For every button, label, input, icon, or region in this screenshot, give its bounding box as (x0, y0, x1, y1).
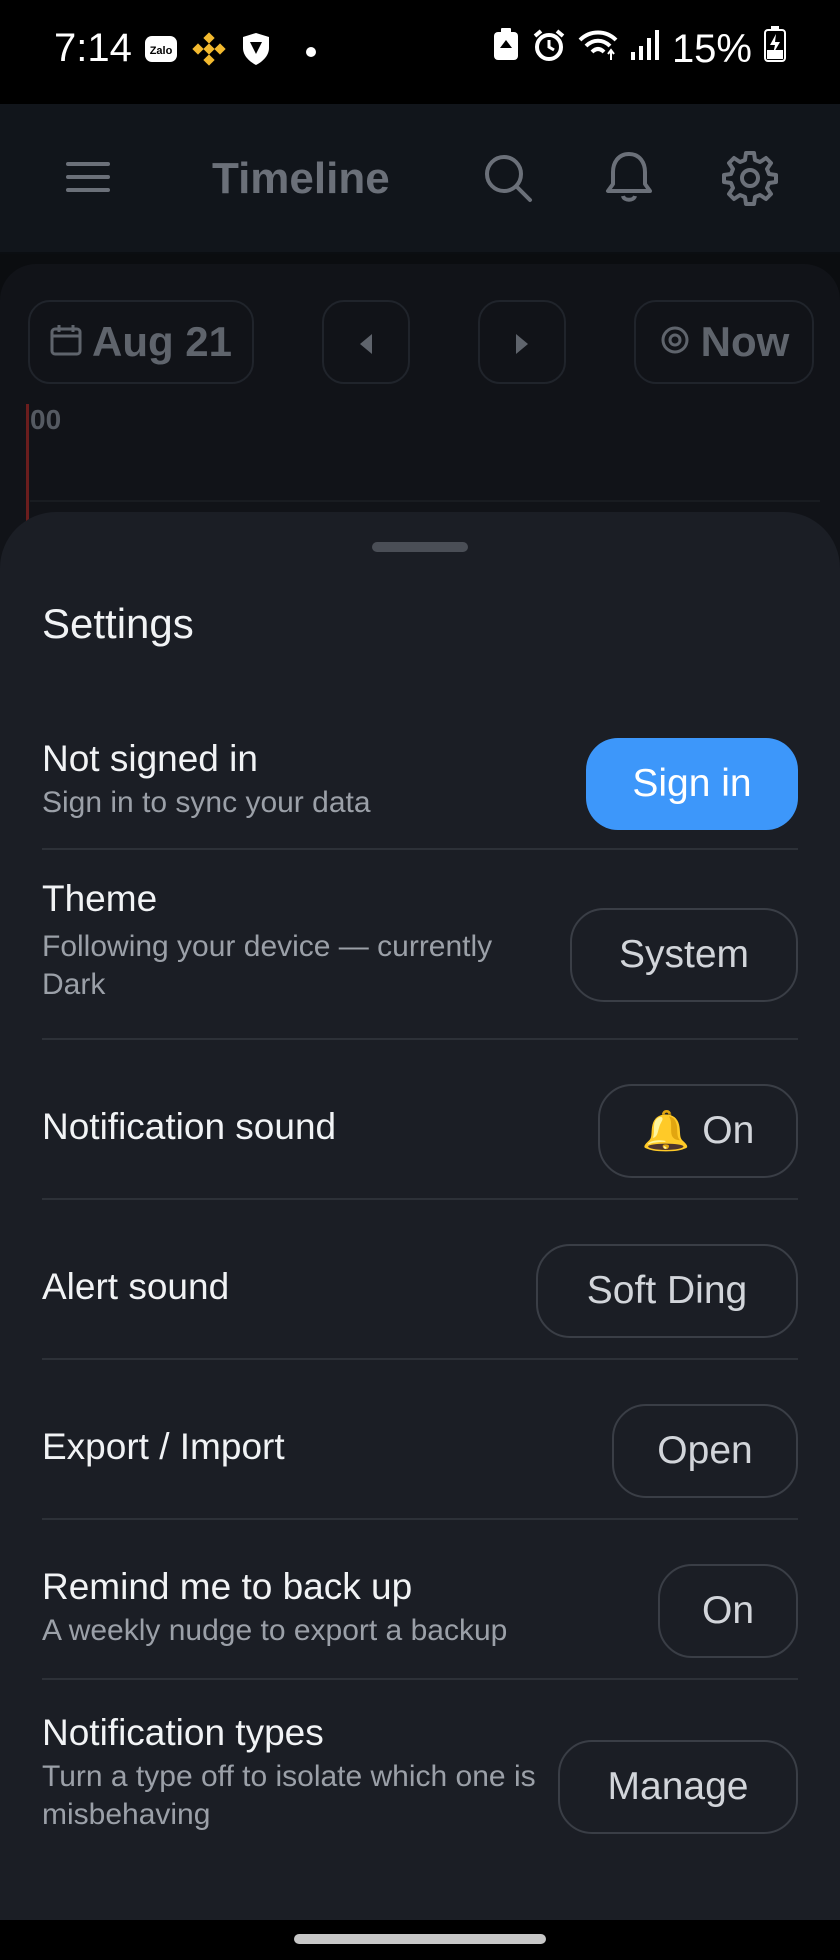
theme-select-button[interactable]: System (570, 908, 798, 1002)
alert-sound-title: Alert sound (42, 1266, 230, 1307)
backup-reminder-row: Remind me to back up A weekly nudge to e… (42, 1552, 798, 1672)
divider (42, 1038, 798, 1040)
alert-sound-select-button[interactable]: Soft Ding (536, 1244, 798, 1338)
target-icon (659, 318, 691, 366)
notification-sound-state: On (702, 1109, 755, 1152)
backup-reminder-subtitle: A weekly nudge to export a backup (42, 1614, 508, 1647)
binance-icon (192, 32, 226, 71)
now-button[interactable]: Now (634, 300, 814, 384)
page-title: Timeline (212, 154, 390, 203)
chevron-right-icon (512, 318, 532, 366)
battery-charging-icon (764, 26, 786, 72)
bell-emoji-icon: 🔔 (641, 1110, 691, 1153)
notification-sound-row: Notification sound 🔔 On (42, 1072, 798, 1192)
account-row: Not signed in Sign in to sync your data … (42, 724, 798, 834)
wifi-icon (578, 27, 618, 72)
theme-subtitle: Following your device — currently Dark (42, 930, 493, 1001)
calendar-icon (50, 318, 82, 366)
theme-title: Theme (42, 878, 158, 919)
status-bar: 7:14 Zalo 15% (0, 0, 840, 104)
sheet-title: Settings (42, 600, 194, 647)
settings-sheet: Settings Not signed in Sign in to sync y… (0, 512, 840, 1920)
divider (42, 1358, 798, 1360)
divider (42, 1198, 798, 1200)
divider (42, 848, 798, 850)
divider (42, 1518, 798, 1520)
backup-reminder-toggle[interactable]: On (658, 1564, 798, 1658)
export-import-open-button[interactable]: Open (612, 1404, 798, 1498)
notification-types-manage-button[interactable]: Manage (558, 1740, 798, 1834)
chevron-left-icon (356, 318, 376, 366)
next-day-button[interactable] (478, 300, 566, 384)
notification-sound-toggle[interactable]: 🔔 On (598, 1084, 798, 1178)
gear-icon[interactable] (722, 150, 778, 211)
battery-saver-icon (492, 27, 520, 72)
account-title: Not signed in (42, 738, 258, 779)
account-subtitle: Sign in to sync your data (42, 786, 371, 819)
backup-reminder-title: Remind me to back up (42, 1566, 413, 1607)
battery-percent: 15% (671, 26, 752, 71)
theme-row: Theme Following your device — currently … (42, 878, 798, 1038)
bell-icon[interactable] (604, 150, 654, 209)
notification-types-subtitle: Turn a type off to isolate which one is … (42, 1760, 536, 1831)
status-time: 7:14 (54, 26, 132, 70)
search-icon[interactable] (482, 152, 534, 209)
shield-icon (240, 32, 272, 71)
hour-label: 00 (30, 404, 62, 435)
sign-in-button[interactable]: Sign in (586, 738, 798, 830)
previous-day-button[interactable] (322, 300, 410, 384)
notification-types-row: Notification types Turn a type off to is… (42, 1712, 798, 1872)
svg-text:Zalo: Zalo (150, 45, 173, 57)
divider (42, 1678, 798, 1680)
date-picker-button[interactable]: Aug 21 (28, 300, 254, 384)
alarm-icon (532, 27, 566, 72)
export-import-title: Export / Import (42, 1426, 285, 1467)
more-notifications-dot-icon (306, 46, 316, 57)
current-time-indicator (26, 404, 29, 534)
now-label: Now (700, 318, 790, 365)
notification-types-title: Notification types (42, 1712, 324, 1753)
zalo-icon: Zalo (144, 32, 178, 71)
notification-icons: Zalo (144, 32, 316, 71)
timeline-divider (30, 500, 820, 502)
app-bar: Timeline (0, 104, 840, 254)
notification-sound-title: Notification sound (42, 1106, 337, 1147)
signal-icon (630, 27, 660, 72)
sheet-drag-handle[interactable] (372, 542, 468, 552)
export-import-row: Export / Import Open (42, 1392, 798, 1512)
menu-icon[interactable] (66, 162, 110, 197)
alert-sound-row: Alert sound Soft Ding (42, 1232, 798, 1352)
home-indicator[interactable] (294, 1934, 546, 1944)
date-label: Aug 21 (91, 318, 233, 365)
system-status: 15% (492, 26, 786, 72)
